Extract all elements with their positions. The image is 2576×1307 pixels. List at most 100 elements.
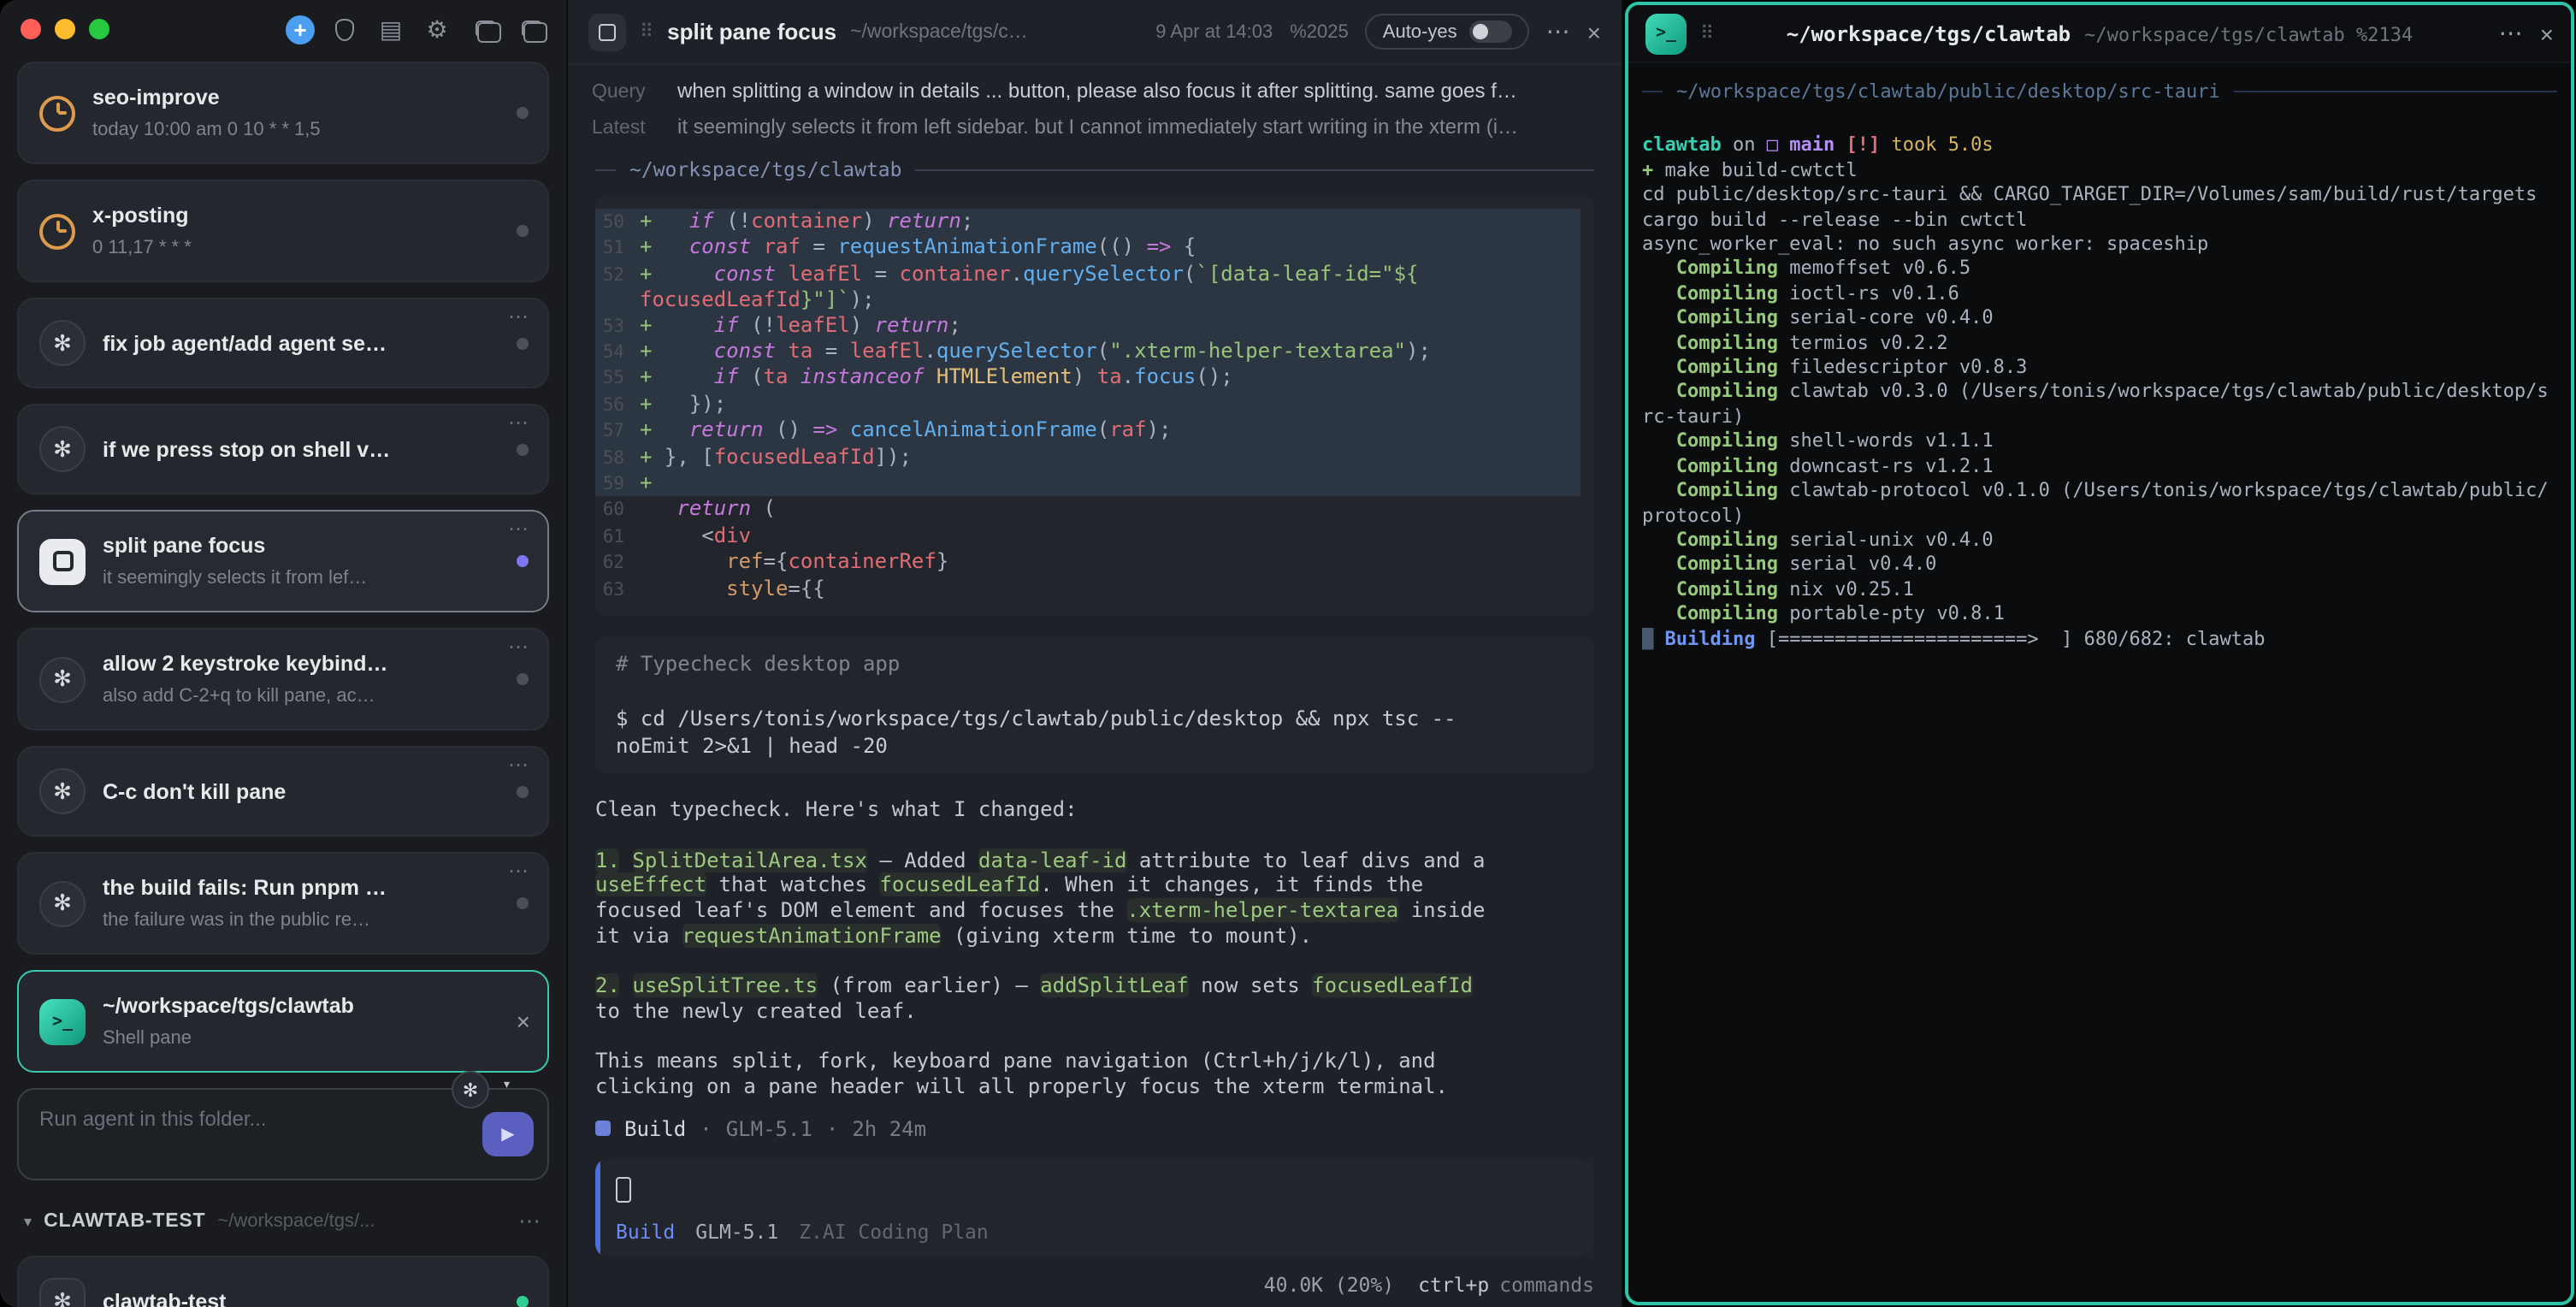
section-menu-icon[interactable]: ⋯ [518, 1208, 542, 1235]
close-window-button[interactable] [21, 19, 41, 39]
session-menu-icon[interactable]: ⋯ [508, 753, 530, 777]
session-card[interactable]: ✻ clawtab-test [17, 1256, 549, 1307]
line-number: 58 [595, 446, 640, 470]
code-line: Compiling serial v0.4.0 [1642, 553, 2557, 578]
code-line: focused leaf's DOM element and focuses t… [595, 898, 1594, 923]
session-card[interactable]: ✻if we press stop on shell v…⋯ [17, 404, 549, 494]
drag-handle-icon[interactable]: ⠿ [640, 21, 653, 43]
code-line: Compiling termios v0.2.2 [1642, 331, 2557, 356]
session-menu-icon[interactable]: ⋯ [508, 635, 530, 659]
status-dot [517, 555, 529, 567]
session-card[interactable]: ✻C-c don't kill pane⋯ [17, 746, 549, 837]
agent-composer[interactable]: Run agent in this folder... ✻ ▾ ▶ [17, 1088, 549, 1180]
auto-yes-toggle[interactable]: Auto-yes [1366, 14, 1529, 50]
code-line: Compiling downcast-rs v1.2.1 [1642, 454, 2557, 479]
terminal-title-session: ~/workspace/tgs/clawtab %2134 [2084, 23, 2413, 45]
code-line: 59+ [595, 470, 1580, 497]
code-line: 50+ if (!container) return; [595, 209, 1580, 235]
session-card[interactable]: x-posting0 11,17 * * * [17, 180, 549, 282]
project-section-header[interactable]: ▾ CLAWTAB-TEST ~/workspace/tgs/... ⋯ [24, 1208, 542, 1235]
send-button[interactable]: ▶ [482, 1112, 534, 1156]
code-line: 1. SplitDetailArea.tsx — Added data-leaf… [595, 848, 1594, 872]
status-dot [517, 107, 529, 119]
code-line: 60 return ( [595, 497, 1580, 523]
typecheck-command-block: # Typecheck desktop app $ cd /Users/toni… [595, 636, 1594, 773]
terminal-header-right: ⋯ × [2499, 19, 2554, 48]
section-path: ~/workspace/tgs/... [217, 1211, 506, 1232]
latest-label: Latest [592, 118, 660, 139]
session-menu-icon[interactable]: ⋯ [508, 411, 530, 435]
clock-icon [39, 213, 75, 249]
code-line: 54+ const ta = leafEl.querySelector(".xt… [595, 339, 1580, 365]
more-menu-icon[interactable]: ⋯ [2499, 19, 2523, 48]
session-menu-icon[interactable]: ⋯ [508, 517, 530, 541]
code-line: async_worker_eval: no such async worker:… [1642, 233, 2557, 257]
session-card[interactable]: split pane focusit seemingly selects it … [17, 510, 549, 612]
run-status-row: Build · GLM-5.1 · 2h 24m [595, 1116, 1594, 1140]
notes-icon[interactable]: ▤ [375, 13, 407, 45]
zoom-window-button[interactable] [89, 19, 109, 39]
session-menu-icon[interactable]: ⋯ [508, 305, 530, 328]
code-line: it via requestAnimationFrame (giving xte… [595, 923, 1594, 948]
session-text: C-c don't kill pane [103, 778, 496, 805]
line-number: 53 [595, 314, 640, 339]
session-menu-icon[interactable]: ⋯ [508, 859, 530, 883]
chat-transcript-area[interactable]: ~/workspace/tgs/clawtab 50+ if (!contain… [568, 144, 1622, 1263]
session-card[interactable]: ✻fix job agent/add agent se…⋯ [17, 298, 549, 388]
session-card[interactable]: >_~/workspace/tgs/clawtabShell pane× [17, 970, 549, 1073]
status-dot [517, 673, 529, 685]
shield-icon[interactable] [328, 13, 361, 45]
code-line: cargo build --release --bin cwtctl [1642, 208, 2557, 233]
more-menu-icon[interactable]: ⋯ [1546, 17, 1570, 46]
pane-icon [39, 538, 86, 584]
close-pane-icon[interactable]: × [2540, 20, 2554, 47]
composer-mode[interactable]: Build [616, 1219, 675, 1243]
terminal-output[interactable]: ~/workspace/tgs/clawtab/public/desktop/s… [1628, 63, 2571, 1302]
close-session-icon[interactable]: × [517, 1008, 530, 1035]
session-subtitle: also add C-2+q to kill pane, ac… [103, 684, 496, 708]
layout-pane-icon-1[interactable] [467, 13, 499, 45]
openai-icon: ✻ [39, 880, 86, 926]
session-card[interactable]: ✻ the build fails: Run pnpm … the failure … [17, 852, 549, 955]
model-avatar-openai-icon[interactable]: ✻ [452, 1071, 489, 1109]
code-line: Compiling serial-unix v0.4.0 [1642, 529, 2557, 553]
minimize-window-button[interactable] [55, 19, 75, 39]
code-line: 58+ }, [focusedLeafId]); [595, 444, 1580, 470]
code-line: █ Building [======================> ] 68… [1642, 627, 2557, 652]
status-sep2: · [826, 1116, 838, 1140]
section-divider: ~/workspace/tgs/clawtab/public/desktop/s… [1642, 80, 2557, 103]
chat-date: 9 Apr at 14:03 [1155, 21, 1273, 42]
session-text: split pane focusit seemingly selects it … [103, 532, 496, 590]
code-line: Compiling nix v0.25.1 [1642, 577, 2557, 602]
session-title: if we press stop on shell v… [103, 435, 496, 463]
session-title: fix job agent/add agent se… [103, 329, 496, 357]
terminal-frame: >_ ⠿ ~/workspace/tgs/clawtab ~/workspace… [1625, 2, 2574, 1305]
settings-gear-icon[interactable]: ⚙ [421, 13, 453, 45]
drag-handle-icon[interactable]: ⠿ [1700, 22, 1714, 44]
model-picker-chevron-down-icon[interactable]: ▾ [504, 1078, 510, 1091]
close-pane-icon[interactable]: × [1587, 18, 1601, 45]
divider-line [2234, 91, 2557, 92]
composer-model[interactable]: GLM-5.1 [695, 1219, 778, 1243]
session-card[interactable]: ✻allow 2 keystroke keybind…also add C-2+… [17, 628, 549, 730]
status-sep: · [700, 1116, 712, 1140]
chat-meta: Query when splitting a window in details… [568, 65, 1622, 144]
status-dot [517, 897, 529, 909]
layout-pane-icon-2[interactable] [513, 13, 546, 45]
new-session-button[interactable]: + [286, 15, 315, 44]
session-title: the build fails: Run pnpm … [103, 874, 496, 902]
session-subtitle: the failure was in the public re… [103, 908, 496, 932]
status-dot [517, 225, 529, 237]
line-number: 50 [595, 210, 640, 235]
session-card[interactable]: seo-improvetoday 10:00 am 0 10 * * 1,5 [17, 62, 549, 164]
code-line: 61 <div [595, 523, 1580, 550]
token-usage: 40.0K (20%) [1264, 1273, 1394, 1297]
session-subtitle: it seemingly selects it from lef… [103, 566, 496, 590]
section-chevron-down-icon[interactable]: ▾ [24, 1212, 32, 1231]
auto-yes-switch[interactable] [1469, 21, 1512, 43]
status-dot [517, 785, 529, 797]
code-line: 53+ if (!leafEl) return; [595, 312, 1580, 339]
chat-composer[interactable]: Build GLM-5.1 Z.AI Coding Plan [595, 1157, 1594, 1257]
status-dot [517, 1295, 529, 1307]
clock-icon [39, 95, 75, 131]
